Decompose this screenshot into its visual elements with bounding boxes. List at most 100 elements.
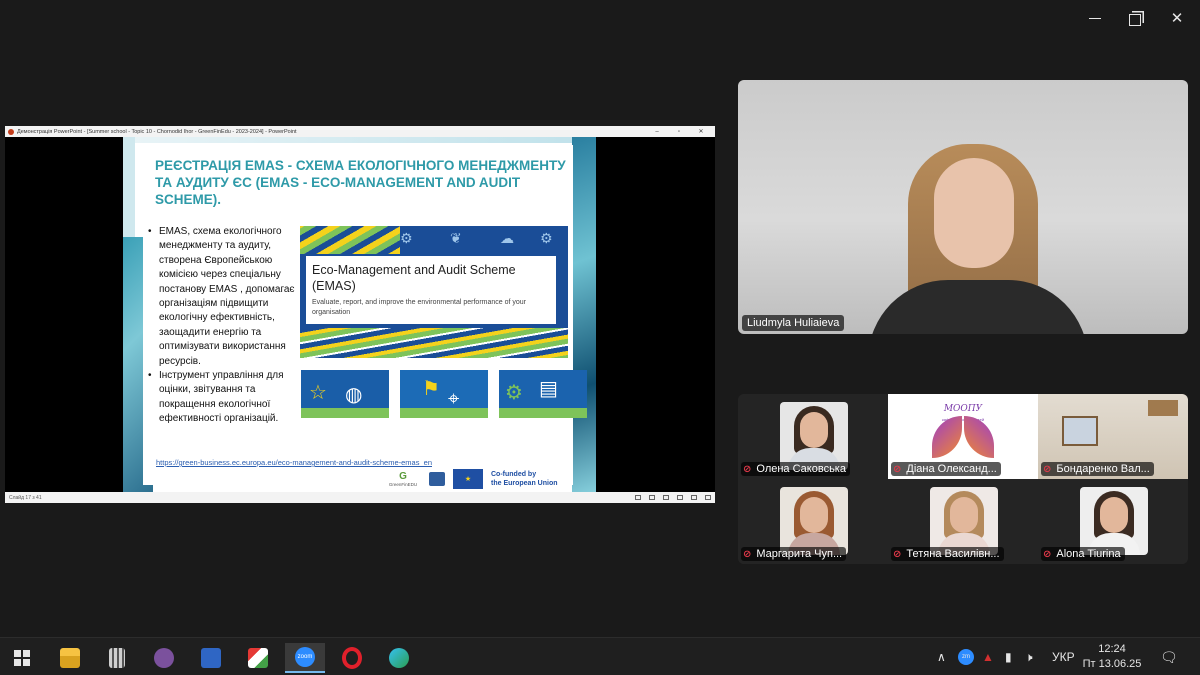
ppt-restore-button[interactable]: ▫ [668, 129, 690, 135]
save-app-button[interactable] [191, 643, 231, 673]
wing-icon [932, 416, 962, 458]
speaker-body [868, 280, 1088, 334]
mic-muted-icon: ⊘ [893, 463, 902, 475]
tray-app-icon[interactable]: ▲ [982, 638, 994, 675]
slide-decoration [123, 137, 596, 143]
viber-icon [154, 648, 174, 668]
zoom-button[interactable]: zoom [285, 643, 325, 673]
gear-icon: ⚙ [540, 230, 553, 246]
participant-tile[interactable]: ⊘ Бондаренко Вал... [1038, 394, 1188, 479]
banner-stripes [300, 226, 400, 254]
moopu-subtitle: кафедра можливостей [941, 417, 985, 422]
normal-view-button[interactable] [663, 495, 669, 500]
university-logo [429, 472, 445, 486]
ppt-close-button[interactable]: ✕ [690, 128, 712, 135]
participant-avatar [780, 402, 848, 470]
speaker-video[interactable]: Liudmyla Huliaieva [738, 80, 1188, 334]
opera-button[interactable] [332, 643, 372, 673]
prev-slide-button[interactable] [635, 495, 641, 500]
gear-icon: ⚙ [400, 230, 413, 246]
wing-icon [964, 416, 994, 458]
viber-button[interactable] [144, 643, 184, 673]
powerpoint-window: Демонстрація PowerPoint - [Summer school… [5, 126, 715, 503]
participant-name: Бондаренко Вал... [1056, 463, 1150, 475]
slideshow-button[interactable] [705, 495, 711, 500]
zoom-icon: zoom [295, 647, 315, 667]
participant-name: Маргарита Чуп... [756, 548, 843, 560]
participant-tile[interactable]: МООПУ кафедра можливостей ⊘ Діана Олексан… [888, 394, 1038, 479]
clock-date: Пт 13.06.25 [1082, 658, 1142, 670]
edge-icon [389, 648, 409, 668]
speaker-name: Liudmyla Huliaieva [742, 315, 845, 331]
participant-name: Олена Саковська [756, 463, 846, 475]
usb-icon[interactable]: ▮ [1005, 638, 1012, 675]
start-button[interactable] [2, 643, 42, 673]
speaker-icon: 🕨 [1025, 649, 1033, 664]
participant-tile[interactable]: ⊘ Alona Tiurina [1038, 479, 1188, 564]
tray-app-icon: ▲ [982, 650, 994, 664]
mic-muted-icon: ⊘ [1043, 548, 1052, 560]
speaker-face [934, 158, 1014, 268]
chevron-up-icon: ∧ [937, 650, 946, 664]
ppt-minimize-button[interactable]: – [646, 129, 668, 135]
illustration-tile: ⚑ ⌖ [400, 370, 488, 418]
illustration-tile: ⚙ ▤ [499, 370, 587, 418]
maximize-button[interactable] [1124, 8, 1146, 30]
greenfinedu-logo: G GreenFinEDU [388, 471, 418, 487]
powerpoint-title: Демонстрація PowerPoint - [Summer school… [17, 128, 297, 135]
edge-button[interactable] [379, 643, 419, 673]
illustration-tile: ☆ ◍ [301, 370, 389, 418]
mic-muted-icon: ⊘ [743, 463, 752, 475]
participant-avatar [930, 487, 998, 555]
slide-bullet: Інструмент управління для оцінки, звітув… [147, 369, 299, 427]
taskbar: zoom ∧ zm ▲ ▮ 🕨 УКР 12:24 Пт 13.06.25 🗨 [0, 637, 1200, 675]
tray-zoom-icon[interactable]: zm [958, 638, 974, 675]
emas-text-box: Eco-Management and Audit Scheme (EMAS) E… [306, 256, 556, 324]
calculator-button[interactable] [97, 643, 137, 673]
document-icon: ▤ [539, 378, 558, 400]
minimize-button[interactable] [1084, 8, 1106, 30]
flag-icon: ⚑ [422, 378, 440, 400]
windows-start-icon [14, 650, 30, 666]
participant-avatar [1080, 487, 1148, 555]
photos-button[interactable] [238, 643, 278, 673]
opera-icon [342, 647, 362, 669]
taskbar-clock[interactable]: 12:24 Пт 13.06.25 [1082, 642, 1142, 672]
clock-time: 12:24 [1098, 643, 1126, 655]
slide-decoration [123, 137, 135, 237]
eu-flag-icon: ★ [453, 469, 483, 489]
gear-icon: ⚙ [505, 382, 523, 404]
reading-view-button[interactable] [691, 495, 697, 500]
zoom-tray-icon: zm [958, 649, 974, 665]
participant-tile[interactable]: ⊘ Маргарита Чуп... [738, 479, 888, 564]
next-slide-button[interactable] [649, 495, 655, 500]
leaf-icon: ❦ [450, 230, 462, 246]
file-explorer-button[interactable] [50, 643, 90, 673]
language-indicator[interactable]: УКР [1052, 638, 1075, 675]
star-icon: ☆ [309, 382, 327, 404]
participant-name: Alona Tiurina [1056, 548, 1121, 560]
usb-icon: ▮ [1005, 650, 1012, 664]
emas-banner-subtitle: Evaluate, report, and improve the enviro… [312, 299, 527, 316]
participant-tile[interactable]: ⊘ Олена Саковська [738, 394, 888, 479]
file-explorer-icon [60, 648, 80, 668]
participant-avatar [780, 487, 848, 555]
cloud-icon: ☁ [500, 230, 514, 246]
emas-link[interactable]: https://green-business.ec.europa.eu/eco-… [156, 458, 432, 467]
slide: РЕЄСТРАЦІЯ EMAS - СХЕМА ЕКОЛОГІЧНОГО МЕН… [123, 137, 596, 492]
volume-button[interactable]: 🕨 [1025, 638, 1033, 675]
slide-bullet: EMAS, схема екологічного менеджменту та … [147, 225, 299, 369]
photos-icon [248, 648, 268, 668]
notifications-button[interactable]: 🗨 [1160, 638, 1178, 675]
banner-stripes [300, 328, 568, 358]
participants-grid: ⊘ Олена Саковська МООПУ кафедра можливост… [738, 394, 1188, 564]
close-button[interactable]: ✕ [1166, 8, 1188, 30]
calculator-icon [109, 648, 125, 668]
slide-sorter-button[interactable] [677, 495, 683, 500]
slide-decoration [572, 137, 596, 492]
tray-expand-button[interactable]: ∧ [937, 638, 946, 675]
notifications-icon: 🗨 [1160, 648, 1178, 665]
mic-muted-icon: ⊘ [893, 548, 902, 560]
slide-counter: Слайд 17 з 41 [9, 494, 42, 501]
participant-tile[interactable]: ⊘ Тетяна Василівн... [888, 479, 1038, 564]
